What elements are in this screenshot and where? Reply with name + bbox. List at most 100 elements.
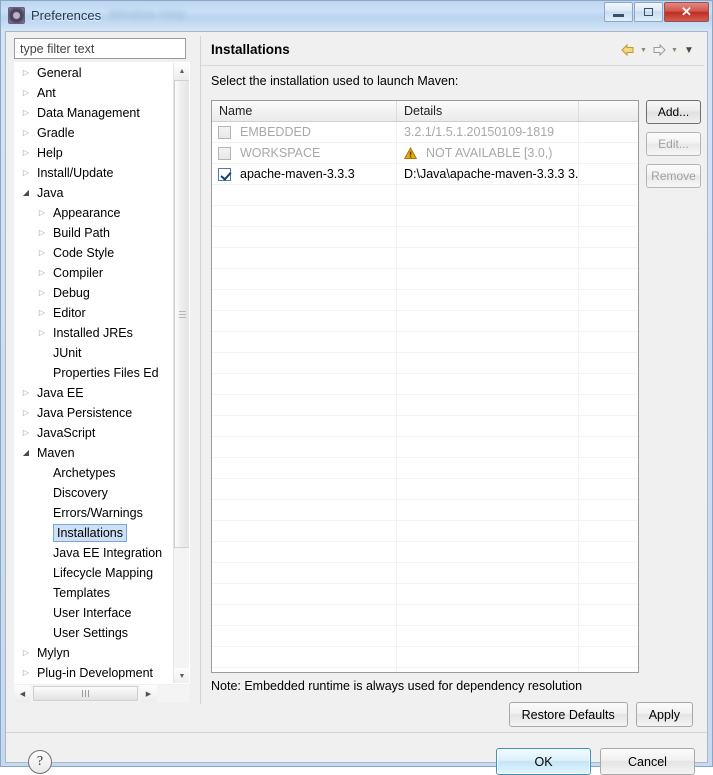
row-checkbox[interactable]	[218, 146, 231, 160]
sidebar-item-appearance[interactable]: ▷ Appearance	[15, 203, 175, 223]
sidebar-item-junit[interactable]: JUnit	[15, 343, 175, 363]
chevron-right-icon[interactable]: ▷	[35, 283, 49, 303]
column-header-details[interactable]: Details	[397, 101, 579, 121]
sidebar-item-java-ee-integration[interactable]: Java EE Integration	[15, 543, 175, 563]
scroll-left-icon[interactable]: ◀	[14, 685, 31, 702]
chevron-right-icon[interactable]: ▷	[19, 383, 33, 403]
tree-horizontal-scrollbar[interactable]: ◀ ▶	[14, 685, 190, 702]
minimize-button[interactable]	[604, 2, 633, 22]
column-header-extra[interactable]	[579, 101, 638, 121]
chevron-right-icon[interactable]: ▷	[35, 323, 49, 343]
sidebar-item-discovery[interactable]: Discovery	[15, 483, 175, 503]
tree-vertical-scrollbar[interactable]: ▲ ▼	[173, 63, 189, 683]
chevron-right-icon[interactable]: ▷	[19, 63, 33, 83]
window-title: Preferences	[31, 7, 102, 23]
apply-button[interactable]: Apply	[635, 702, 693, 727]
sidebar-item-gradle[interactable]: ▷ Gradle	[15, 123, 175, 143]
chevron-right-icon[interactable]: ▷	[35, 303, 49, 323]
row-checkbox[interactable]	[218, 125, 231, 139]
maximize-icon	[644, 8, 653, 16]
chevron-right-icon[interactable]: ▷	[19, 423, 33, 443]
scroll-up-icon[interactable]: ▲	[174, 63, 189, 80]
ok-button[interactable]: OK	[496, 748, 591, 775]
row-checkbox[interactable]	[218, 167, 231, 181]
sidebar-item-properties-files-ed[interactable]: Properties Files Ed	[15, 363, 175, 383]
preferences-tree[interactable]: ▷ General ▷ Ant ▷ Data Management ▷ Gradle ▷ Help…	[14, 62, 190, 684]
scroll-down-icon[interactable]: ▼	[174, 668, 189, 683]
sidebar-item-ant[interactable]: ▷ Ant	[15, 83, 175, 103]
chevron-right-icon[interactable]: ▷	[19, 643, 33, 663]
restore-defaults-button[interactable]: Restore Defaults	[508, 702, 628, 727]
table-empty-row	[212, 416, 638, 437]
sidebar-item-mylyn[interactable]: ▷ Mylyn	[15, 643, 175, 663]
chevron-down-icon[interactable]: ◢	[19, 443, 33, 463]
chevron-right-icon[interactable]: ▷	[19, 663, 33, 683]
sidebar-item-javascript[interactable]: ▷ JavaScript	[15, 423, 175, 443]
sidebar-item-build-path[interactable]: ▷ Build Path	[15, 223, 175, 243]
chevron-right-icon[interactable]: ▷	[19, 143, 33, 163]
sidebar-item-data-management[interactable]: ▷ Data Management	[15, 103, 175, 123]
sidebar-item-label: Plug-in Development	[37, 666, 154, 680]
table-row[interactable]: EMBEDDED 3.2.1/1.5.1.20150109-1819	[212, 121, 638, 143]
chevron-right-icon[interactable]: ▷	[19, 403, 33, 423]
table-empty-row	[212, 458, 638, 479]
maximize-button[interactable]	[634, 2, 663, 22]
title-bar[interactable]: Preferences Window Help ✕	[1, 1, 712, 29]
scroll-right-icon[interactable]: ▶	[140, 685, 157, 702]
page-note: Note: Embedded runtime is always used fo…	[211, 679, 583, 693]
installations-table[interactable]: Name Details EMBEDDED 3.2.1/1.5.1.2015010…	[211, 100, 639, 673]
chevron-down-icon[interactable]: ◢	[19, 183, 33, 203]
sidebar-item-install-update[interactable]: ▷ Install/Update	[15, 163, 175, 183]
sidebar-item-java-persistence[interactable]: ▷ Java Persistence	[15, 403, 175, 423]
back-history-chevron-down-icon[interactable]: ▼	[638, 43, 649, 57]
tree-hscroll-thumb[interactable]	[33, 686, 138, 701]
sidebar-item-java[interactable]: ◢ Java	[15, 183, 175, 203]
sidebar-item-compiler[interactable]: ▷ Compiler	[15, 263, 175, 283]
sidebar-item-archetypes[interactable]: Archetypes	[15, 463, 175, 483]
chevron-right-icon[interactable]: ▷	[35, 263, 49, 283]
chevron-right-icon[interactable]: ▷	[19, 103, 33, 123]
chevron-right-icon[interactable]: ▷	[19, 123, 33, 143]
sidebar-item-plug-in-development[interactable]: ▷ Plug-in Development	[15, 663, 175, 683]
cell-extra	[579, 122, 638, 143]
column-header-name[interactable]: Name	[212, 101, 397, 121]
table-empty-row	[212, 311, 638, 332]
add-button[interactable]: Add...	[646, 100, 701, 124]
table-row[interactable]: apache-maven-3.3.3 D:\Java\apache-maven-3…	[212, 163, 638, 185]
forward-history-chevron-down-icon[interactable]: ▼	[669, 43, 680, 57]
sidebar-item-user-settings[interactable]: User Settings	[15, 623, 175, 643]
sidebar-item-code-style[interactable]: ▷ Code Style	[15, 243, 175, 263]
sidebar-item-installations[interactable]: Installations	[15, 523, 175, 543]
chevron-right-icon[interactable]: ▷	[35, 203, 49, 223]
sidebar-item-lifecycle-mapping[interactable]: Lifecycle Mapping	[15, 563, 175, 583]
chevron-right-icon[interactable]: ▷	[19, 83, 33, 103]
table-empty-row	[212, 563, 638, 584]
sidebar-item-user-interface[interactable]: User Interface	[15, 603, 175, 623]
sidebar-item-label: Archetypes	[53, 466, 116, 480]
back-arrow-icon[interactable]	[620, 42, 636, 58]
sidebar-item-installed-jres[interactable]: ▷ Installed JREs	[15, 323, 175, 343]
cancel-button[interactable]: Cancel	[600, 748, 695, 775]
sidebar-item-maven[interactable]: ◢ Maven	[15, 443, 175, 463]
sidebar-item-help[interactable]: ▷ Help	[15, 143, 175, 163]
sidebar-item-label: Installed JREs	[53, 326, 133, 340]
chevron-right-icon[interactable]: ▷	[35, 243, 49, 263]
sidebar-item-debug[interactable]: ▷ Debug	[15, 283, 175, 303]
sidebar-item-templates[interactable]: Templates	[15, 583, 175, 603]
filter-input[interactable]	[14, 38, 186, 59]
tree-vscroll-thumb[interactable]	[174, 80, 189, 548]
sidebar-item-general[interactable]: ▷ General	[15, 63, 175, 83]
page-menu-chevron-down-icon[interactable]: ▼	[682, 43, 696, 57]
help-icon[interactable]: ?	[28, 750, 52, 774]
forward-arrow-icon[interactable]	[651, 42, 667, 58]
sidebar-item-label: Debug	[53, 286, 90, 300]
table-row[interactable]: WORKSPACE NOT AVAILABLE [3.0,)	[212, 142, 638, 164]
table-empty-row	[212, 206, 638, 227]
chevron-right-icon[interactable]: ▷	[19, 163, 33, 183]
close-button[interactable]: ✕	[664, 2, 709, 22]
sidebar-item-errors-warnings[interactable]: Errors/Warnings	[15, 503, 175, 523]
chevron-right-icon[interactable]: ▷	[35, 223, 49, 243]
page-footer-buttons: Restore Defaults Apply	[508, 702, 693, 727]
sidebar-item-editor[interactable]: ▷ Editor	[15, 303, 175, 323]
sidebar-item-java-ee[interactable]: ▷ Java EE	[15, 383, 175, 403]
